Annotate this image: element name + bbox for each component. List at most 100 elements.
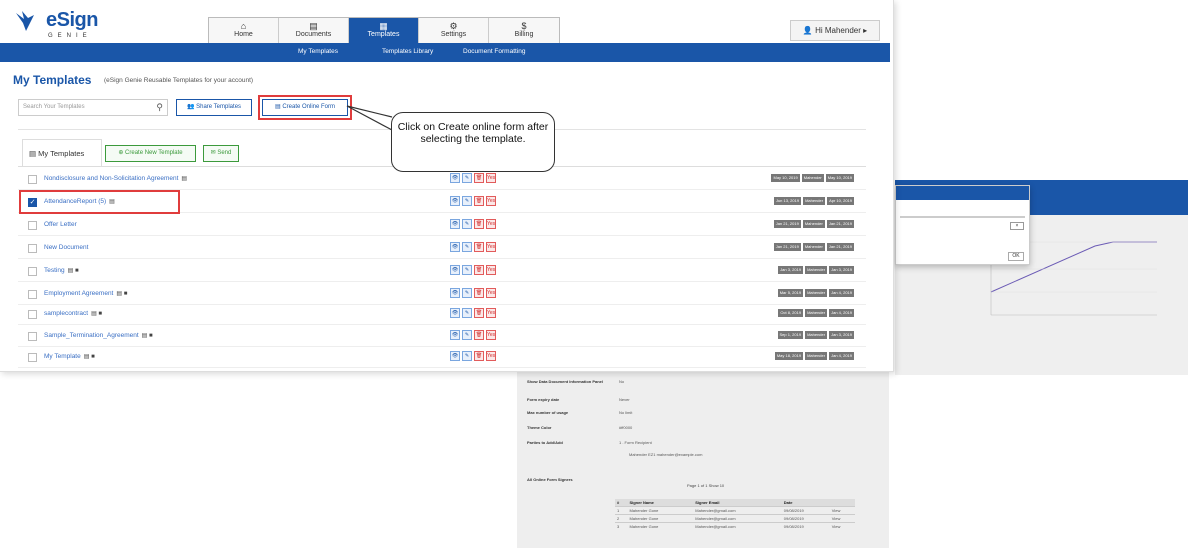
template-row[interactable]: Sample_Termination_Agreement ▤ ■ 👁 ✎ 🗑 Ye… bbox=[18, 325, 866, 347]
detail-table-row: 1 Mahender Gone Mahender@gmail.com 09/08… bbox=[615, 506, 855, 515]
instruction-callout: Click on Create online form after select… bbox=[391, 112, 555, 172]
row-meta: May 18, 2019 Mahender Jan 4, 2019 bbox=[774, 352, 854, 360]
delete-icon[interactable]: 🗑 bbox=[474, 308, 484, 318]
search-icon[interactable]: ⚲ bbox=[156, 102, 163, 113]
nav-billing[interactable]: $ Billing bbox=[489, 18, 559, 43]
created-date: May 18, 2019 bbox=[774, 352, 804, 360]
delete-icon[interactable]: 🗑 bbox=[474, 330, 484, 340]
row-actions: 👁 ✎ 🗑 Yes bbox=[450, 330, 496, 340]
subnav-my-templates[interactable]: My Templates bbox=[298, 48, 338, 55]
row-checkbox[interactable] bbox=[28, 310, 37, 319]
create-new-template-button[interactable]: ⊕ Create New Template bbox=[105, 145, 196, 162]
template-name-link[interactable]: samplecontract ▤ ■ bbox=[44, 310, 102, 317]
detail-cell: Mahender@gmail.com bbox=[693, 514, 782, 523]
view-icon[interactable]: 👁 bbox=[450, 288, 460, 298]
delete-icon[interactable]: 🗑 bbox=[474, 242, 484, 252]
edit-icon[interactable]: ✎ bbox=[462, 265, 472, 275]
detail-cell: Mahender@gmail.com bbox=[693, 506, 782, 515]
edit-icon[interactable]: ✎ bbox=[462, 242, 472, 252]
detail-value: #ff0000 bbox=[619, 425, 633, 430]
template-name: Offer Letter bbox=[44, 221, 77, 228]
template-row[interactable]: samplecontract ▤ ■ 👁 ✎ 🗑 Yes Oct 8, 2019 … bbox=[18, 303, 866, 325]
delete-icon[interactable]: 🗑 bbox=[474, 265, 484, 275]
send-button[interactable]: ✉ Send bbox=[203, 145, 239, 162]
owner-name: Mahender bbox=[805, 309, 828, 317]
owner-name: Mahender bbox=[803, 197, 826, 205]
template-row[interactable]: Testing ▤ ■ 👁 ✎ 🗑 Yes Jan 3, 2019 Mahende… bbox=[18, 260, 866, 282]
row-checkbox[interactable] bbox=[28, 221, 37, 230]
row-checkbox[interactable] bbox=[28, 244, 37, 253]
edit-icon[interactable]: ✎ bbox=[462, 288, 472, 298]
detail-label: Max number of usage bbox=[527, 410, 569, 415]
row-checkbox[interactable] bbox=[28, 175, 37, 184]
view-icon[interactable]: 👁 bbox=[450, 265, 460, 275]
detail-cell: View bbox=[829, 506, 855, 515]
share-users-icon: 👥 bbox=[186, 104, 197, 110]
delete-icon[interactable]: 🗑 bbox=[474, 196, 484, 206]
row-checkbox[interactable] bbox=[28, 332, 37, 341]
share-templates-button[interactable]: 👥 Share Templates bbox=[176, 99, 252, 116]
nav-home-label: Home bbox=[234, 31, 253, 38]
edit-icon[interactable]: ✎ bbox=[462, 330, 472, 340]
view-icon[interactable]: 👁 bbox=[450, 196, 460, 206]
delete-icon[interactable]: 🗑 bbox=[474, 219, 484, 229]
document-icons: ▤ ■ bbox=[83, 354, 95, 360]
status-badge: Yes bbox=[486, 173, 496, 183]
row-meta: Jan 21, 2019 Mahender Jan 21, 2019 bbox=[773, 220, 854, 228]
view-icon[interactable]: 👁 bbox=[450, 351, 460, 361]
owner-name: Mahender bbox=[802, 243, 825, 251]
detail-label: Theme Color bbox=[527, 425, 552, 430]
search-templates-input[interactable]: Search Your Templates ⚲ bbox=[18, 99, 168, 116]
edit-icon[interactable]: ✎ bbox=[462, 219, 472, 229]
esign-genie-logo[interactable]: eSign GENIE bbox=[14, 7, 104, 41]
owner-name: Mahender bbox=[805, 289, 828, 297]
row-actions: 👁 ✎ 🗑 Yes bbox=[450, 219, 496, 229]
view-icon[interactable]: 👁 bbox=[450, 308, 460, 318]
row-checkbox[interactable] bbox=[28, 290, 37, 299]
detail-cell: Mahender Gone bbox=[627, 522, 694, 530]
template-row[interactable]: My Template ▤ ■ 👁 ✎ 🗑 Yes May 18, 2019 Ma… bbox=[18, 346, 866, 368]
template-name-link[interactable]: My Template ▤ ■ bbox=[44, 353, 95, 360]
view-icon[interactable]: 👁 bbox=[450, 173, 460, 183]
nav-templates[interactable]: ▦ Templates bbox=[349, 18, 419, 43]
user-menu-button[interactable]: 👤 Hi Mahender ▸ bbox=[790, 20, 880, 41]
detail-label: Form expiry date bbox=[527, 397, 560, 402]
template-row[interactable]: Employment Agreement ▤ ■ 👁 ✎ 🗑 Yes Mar 5,… bbox=[18, 283, 866, 305]
template-name-link[interactable]: New Document bbox=[44, 244, 91, 251]
nav-settings[interactable]: ⚙ Settings bbox=[419, 18, 489, 43]
logo-brand-text: eSign bbox=[46, 9, 98, 31]
template-name-link[interactable]: Employment Agreement ▤ ■ bbox=[44, 290, 127, 297]
template-name-link[interactable]: Sample_Termination_Agreement ▤ ■ bbox=[44, 332, 153, 339]
edit-icon[interactable]: ✎ bbox=[462, 308, 472, 318]
subnav-document-formatting[interactable]: Document Formatting bbox=[463, 48, 526, 55]
tab-my-templates[interactable]: ▤ My Templates bbox=[22, 139, 102, 166]
view-icon[interactable]: 👁 bbox=[450, 242, 460, 252]
template-name-link[interactable]: Nondisclosure and Non-Solicitation Agree… bbox=[44, 175, 187, 182]
edit-icon[interactable]: ✎ bbox=[462, 351, 472, 361]
row-checkbox[interactable] bbox=[28, 353, 37, 362]
template-row[interactable]: New Document 👁 ✎ 🗑 Yes Jan 21, 2019 Mahe… bbox=[18, 237, 866, 259]
detail-table-header: # bbox=[615, 499, 628, 507]
nav-home[interactable]: ⌂ Home bbox=[209, 18, 279, 43]
view-icon[interactable]: 👁 bbox=[450, 330, 460, 340]
view-icon[interactable]: 👁 bbox=[450, 219, 460, 229]
send-label: Send bbox=[217, 150, 232, 156]
subnav-templates-library[interactable]: Templates Library bbox=[382, 48, 433, 55]
delete-icon[interactable]: 🗑 bbox=[474, 173, 484, 183]
template-name-link[interactable]: Offer Letter bbox=[44, 221, 80, 228]
template-row[interactable]: Offer Letter 👁 ✎ 🗑 Yes Jan 21, 2019 Mahe… bbox=[18, 214, 866, 236]
row-actions: 👁 ✎ 🗑 Yes bbox=[450, 265, 496, 275]
edit-icon[interactable]: ✎ bbox=[462, 196, 472, 206]
nav-billing-label: Billing bbox=[514, 31, 534, 38]
row-checkbox[interactable] bbox=[28, 267, 37, 276]
template-name-link[interactable]: Testing ▤ ■ bbox=[44, 267, 79, 274]
delete-icon[interactable]: 🗑 bbox=[474, 351, 484, 361]
detail-table-header bbox=[829, 499, 855, 507]
detail-value: 1 . Form Recipient bbox=[619, 440, 652, 445]
edit-icon[interactable]: ✎ bbox=[462, 173, 472, 183]
delete-icon[interactable]: 🗑 bbox=[474, 288, 484, 298]
detail-cell: 2 bbox=[615, 514, 628, 523]
detail-pager: Page 1 of 1 Show 10 bbox=[687, 483, 725, 488]
nav-documents[interactable]: ▤ Documents bbox=[279, 18, 349, 43]
created-date: Jan 21, 2019 bbox=[773, 220, 801, 228]
